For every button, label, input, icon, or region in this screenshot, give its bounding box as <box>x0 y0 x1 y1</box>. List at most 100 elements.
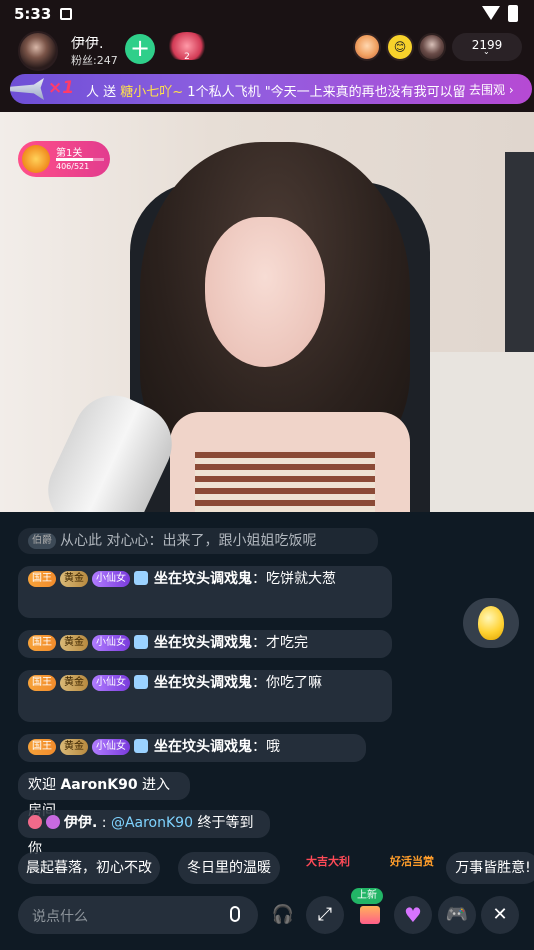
new-badge: 上新 <box>351 888 383 904</box>
watch-link[interactable]: 去围观 › <box>469 81 514 98</box>
like-button[interactable]: ♥ <box>394 896 432 934</box>
level-progress-bar <box>56 158 104 161</box>
enter-prefix: 欢迎 <box>28 777 61 793</box>
level-progress-fill <box>56 158 94 161</box>
status-bar: 5:33 <box>0 0 534 28</box>
heart-icon: ♥ <box>404 903 422 927</box>
wifi-icon <box>482 6 500 20</box>
fairy-icon <box>46 815 60 829</box>
chat-username[interactable]: 伊伊. <box>64 815 97 831</box>
close-icon: ✕ <box>492 904 508 925</box>
rank-number: 2 <box>184 52 190 62</box>
king-badge: 国王 <box>28 635 56 651</box>
chat-mention[interactable]: @AaronK90 <box>111 815 193 831</box>
host-avatar[interactable] <box>18 31 58 71</box>
banner-gift: 1个私人飞机 "今天一上来真的再也没有我可以留 <box>183 85 466 100</box>
user-badge: 伯爵 <box>28 533 56 549</box>
host-fans: 粉丝:247 <box>71 54 118 67</box>
banner-prefix: 人 送 <box>86 85 121 100</box>
battery-icon <box>508 5 518 22</box>
fairy-badge: 小仙女 <box>92 675 130 691</box>
clock: 5:33 <box>14 5 52 23</box>
lion-icon <box>22 145 50 173</box>
quick-chip-sticker[interactable]: 好活当赏 <box>376 852 448 884</box>
level-stage: 第1关 <box>56 148 83 159</box>
chat-username[interactable]: 坐在坟头调戏鬼 <box>154 635 252 651</box>
gift-button[interactable]: 上新 <box>351 888 389 934</box>
chat-username[interactable]: 坐在坟头调戏鬼 <box>154 571 252 587</box>
shirt-icon <box>134 571 148 585</box>
shirt-icon <box>134 675 148 689</box>
enter-username[interactable]: AaronK90 <box>60 777 137 793</box>
fairy-badge: 小仙女 <box>92 635 130 651</box>
chat-colon: : <box>97 815 111 831</box>
bottom-toolbar: 说点什么 🎧 ⤢ 上新 ♥ 🎮 ✕ <box>0 888 534 950</box>
enter-room-message: 欢迎 AaronK90 进入房间 <box>18 772 190 819</box>
chat-text: ：才吃完 <box>252 635 308 651</box>
fairy-badge: 小仙女 <box>92 739 130 755</box>
viewer-count[interactable]: 2199 ⌄ <box>452 33 522 61</box>
gift-icon <box>360 906 380 924</box>
gamepad-icon: 🎮 <box>445 904 469 925</box>
quick-chip-sticker[interactable]: 大吉大利 <box>300 852 356 884</box>
host-name: 伊伊. <box>71 36 104 52</box>
banner-sender: 糖小七吖~ <box>120 85 184 100</box>
top-bar: 5:33 伊伊. 粉丝:247 + 2 😊 2199 ⌄ ×1 人 送 糖小七吖… <box>0 0 534 112</box>
chat-username[interactable]: 坐在坟头调戏鬼 <box>154 675 252 691</box>
viewer-avatar[interactable] <box>418 33 446 61</box>
banner-text: 人 送 糖小七吖~ 1个私人飞机 "今天一上来真的再也没有我可以留 <box>86 81 466 100</box>
video-lamp <box>505 152 534 352</box>
viewer-avatar[interactable] <box>353 33 381 61</box>
fullscreen-button[interactable]: ⤢ <box>306 896 344 934</box>
gold-badge: 黄金 <box>60 635 88 651</box>
chevron-down-icon: ⌄ <box>483 47 490 56</box>
airplane-icon <box>10 78 44 100</box>
gift-broadcast-banner[interactable]: ×1 人 送 糖小七吖~ 1个私人飞机 "今天一上来真的再也没有我可以留 去围观… <box>10 74 532 104</box>
fairy-badge: 小仙女 <box>92 571 130 587</box>
king-badge: 国王 <box>28 739 56 755</box>
viewer-avatar[interactable]: 😊 <box>386 33 414 61</box>
level-progress-badge[interactable]: 第1关 406/521 <box>18 141 110 177</box>
quick-chip[interactable]: 冬日里的温暖 <box>178 852 280 884</box>
video-streamer-clothes <box>195 452 375 512</box>
chat-message[interactable]: 国王 黄金 小仙女 坐在坟头调戏鬼：吃饼就大葱 <box>18 566 392 618</box>
shirt-icon <box>134 635 148 649</box>
golden-egg-button[interactable] <box>463 598 519 648</box>
chat-text: 从心此 对心心：出来了，跟小姐姐吃饭呢 <box>60 533 317 549</box>
quick-chat-chips: 晨起暮落，初心不改 冬日里的温暖 大吉大利 好活当赏 万事皆胜意! <box>0 852 534 886</box>
chat-message[interactable]: 国王 黄金 小仙女 坐在坟头调戏鬼：才吃完 <box>18 630 392 658</box>
app-notification-icon <box>60 8 72 20</box>
gold-badge: 黄金 <box>60 571 88 587</box>
gift-multiplier: ×1 <box>48 78 75 98</box>
viewer-label: 😊 <box>393 40 407 54</box>
chat-text: ：吃饼就大葱 <box>252 571 336 587</box>
headphones-icon: 🎧 <box>271 904 295 925</box>
quick-chip[interactable]: 万事皆胜意! <box>446 852 534 884</box>
chat-input-placeholder: 说点什么 <box>32 909 88 925</box>
video-streamer-face <box>205 217 325 367</box>
donut-icon <box>28 815 42 829</box>
chat-message[interactable]: 伯爵 从心此 对心心：出来了，跟小姐姐吃饭呢 <box>18 528 378 554</box>
gold-badge: 黄金 <box>60 739 88 755</box>
follow-button[interactable]: + <box>125 34 155 64</box>
game-button[interactable]: 🎮 <box>438 896 476 934</box>
chat-message[interactable]: 伊伊. : @AaronK90 终于等到你 <box>18 810 270 857</box>
chat-message[interactable]: 国王 黄金 小仙女 坐在坟头调戏鬼：你吃了嘛 <box>18 670 392 722</box>
gold-badge: 黄金 <box>60 675 88 691</box>
shirt-icon <box>134 739 148 753</box>
quick-chip[interactable]: 晨起暮落，初心不改 <box>18 852 160 884</box>
expand-icon: ⤢ <box>317 904 333 925</box>
close-button[interactable]: ✕ <box>481 896 519 934</box>
chat-input[interactable]: 说点什么 <box>18 896 258 934</box>
chat-text: ：哦 <box>252 739 280 755</box>
chat-text: ：你吃了嘛 <box>252 675 322 691</box>
chat-username[interactable]: 坐在坟头调戏鬼 <box>154 739 252 755</box>
host-rank-badge[interactable]: 2 <box>165 30 209 64</box>
headphones-button[interactable]: 🎧 <box>264 896 302 934</box>
king-badge: 国王 <box>28 571 56 587</box>
chat-message[interactable]: 国王 黄金 小仙女 坐在坟头调戏鬼：哦 <box>18 734 366 762</box>
microphone-icon[interactable] <box>230 906 240 922</box>
king-badge: 国王 <box>28 675 56 691</box>
level-progress-text: 406/521 <box>56 162 90 171</box>
golden-egg-icon <box>478 606 504 640</box>
